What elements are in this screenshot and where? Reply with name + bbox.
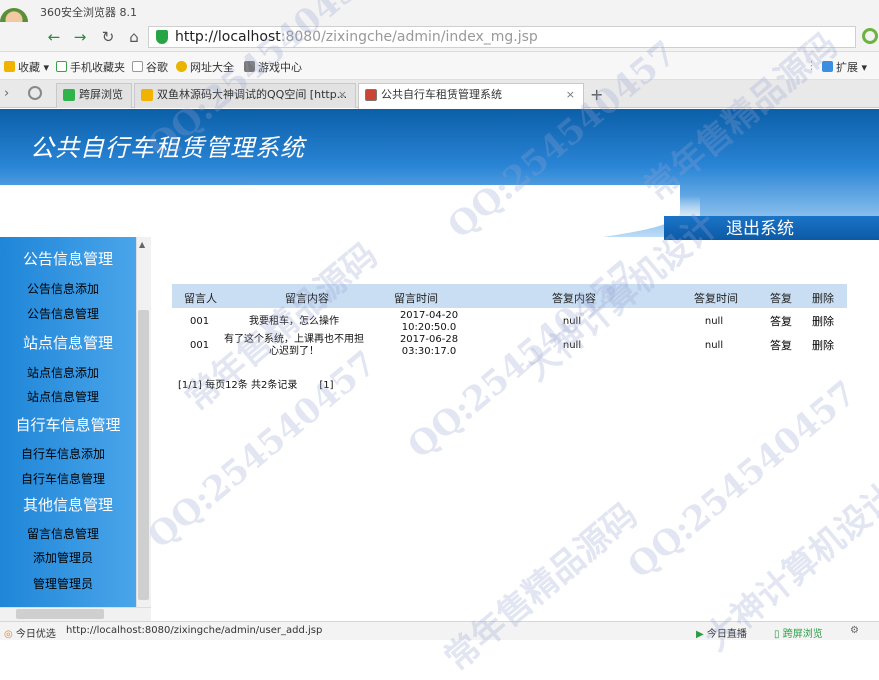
- bookmark-google[interactable]: 谷歌: [132, 59, 168, 75]
- refresh-status-icon[interactable]: [862, 28, 878, 44]
- more-dots-icon[interactable]: ⋮: [806, 59, 817, 72]
- sidebar-group-station[interactable]: 站点信息管理: [0, 332, 136, 353]
- page-tab-icon: [365, 89, 377, 101]
- table-row-reply-time: null: [704, 340, 724, 351]
- sidebar-scroll-thumb[interactable]: [138, 310, 149, 600]
- reply-link[interactable]: 答复: [770, 340, 792, 352]
- star-icon: [4, 61, 15, 72]
- phone-tab-icon: [63, 89, 75, 101]
- settings-icon[interactable]: ⚙: [850, 625, 859, 636]
- close-icon[interactable]: ×: [338, 84, 347, 106]
- watermark: QQ:254540457: [620, 373, 865, 587]
- phone-icon: [56, 61, 67, 72]
- watermark: 常年售精品源码: [437, 495, 646, 679]
- column-reply-time: 答复时间: [694, 292, 738, 305]
- star-tab-icon: [141, 89, 153, 101]
- table-row-reply: null: [562, 340, 582, 351]
- table-row-reply: null: [562, 316, 582, 327]
- bookmark-favorites[interactable]: 收藏 ▾: [4, 59, 49, 75]
- grid-icon: [822, 61, 833, 72]
- browser-title: 360安全浏览器 8.1: [40, 6, 137, 19]
- new-tab-button[interactable]: +: [590, 85, 603, 104]
- table-row-author: 001: [190, 316, 210, 327]
- phone-status-icon: ▯: [774, 629, 780, 640]
- delete-link[interactable]: 删除: [812, 316, 834, 328]
- home-icon[interactable]: ⌂: [124, 27, 144, 47]
- sidebar-horizontal-thumb[interactable]: [16, 609, 104, 619]
- sidebar-group-bike[interactable]: 自行车信息管理: [0, 414, 136, 435]
- sidebar-item-station-add[interactable]: 站点信息添加: [0, 364, 126, 381]
- gift-icon: ◎: [4, 629, 13, 640]
- tab-bike-system[interactable]: 公共自行车租赁管理系统 ×: [358, 83, 584, 109]
- sidebar-item-notice-add[interactable]: 公告信息添加: [0, 280, 126, 297]
- column-author: 留言人: [184, 292, 217, 305]
- sidebar-item-bike-add[interactable]: 自行车信息添加: [0, 445, 126, 462]
- site-icon: [176, 61, 187, 72]
- logout-button[interactable]: 退出系统: [664, 216, 879, 240]
- column-content: 留言内容: [285, 292, 329, 305]
- table-row-time-clock: 03:30:17.0: [401, 346, 457, 357]
- sidebar-item-station-manage[interactable]: 站点信息管理: [0, 388, 126, 405]
- table-row-content-cont: 心迟到了！: [269, 346, 319, 357]
- pagination: [1/1] 每页12条 共2条记录 [1]: [178, 376, 334, 391]
- table-row-content: 有了这个系统，上课再也不用担: [224, 334, 364, 345]
- tab-cross-screen[interactable]: 跨屏浏览: [56, 83, 132, 108]
- cloud-icon[interactable]: [28, 86, 42, 100]
- scroll-up-icon[interactable]: ▲: [139, 240, 145, 249]
- table-row-time-date: 2017-06-28: [399, 334, 459, 345]
- reply-link[interactable]: 答复: [770, 316, 792, 328]
- live-button[interactable]: ▶ 今日直播: [696, 625, 747, 640]
- back-arrow-icon[interactable]: ←: [44, 27, 64, 47]
- today-picks[interactable]: ◎ 今日优选: [4, 625, 56, 640]
- sidebar-group-other[interactable]: 其他信息管理: [0, 494, 136, 515]
- page-link[interactable]: [1]: [319, 380, 333, 391]
- reload-icon[interactable]: ↻: [98, 27, 118, 47]
- tab-qq-space[interactable]: 双鱼林源码大神调试的QQ空间 [http... ×: [134, 83, 356, 108]
- bookmark-url-nav[interactable]: 网址大全: [176, 59, 234, 75]
- column-time: 留言时间: [394, 292, 438, 305]
- sidebar-item-bike-manage[interactable]: 自行车信息管理: [0, 470, 126, 487]
- forward-arrow-icon[interactable]: →: [70, 27, 90, 47]
- extensions-button[interactable]: 扩展 ▾: [822, 59, 867, 75]
- tab-nav-icon[interactable]: ›: [4, 86, 9, 101]
- column-delete: 删除: [812, 292, 834, 305]
- bookmark-mobile[interactable]: 手机收藏夹: [56, 59, 125, 75]
- address-url[interactable]: http://localhost:8080/zixingche/admin/in…: [175, 29, 538, 45]
- pagination-summary: [1/1] 每页12条 共2条记录: [178, 380, 298, 391]
- security-shield-icon: [156, 30, 168, 44]
- system-title: 公共自行车租赁管理系统: [30, 134, 305, 162]
- cross-screen-button[interactable]: ▯ 跨屏浏览: [774, 625, 823, 640]
- column-reply-action: 答复: [770, 292, 792, 305]
- table-header: [172, 284, 847, 308]
- table-row-time-clock: 10:20:50.0: [401, 322, 457, 333]
- sidebar-group-notice[interactable]: 公告信息管理: [0, 248, 136, 269]
- table-row-time-date: 2017-04-20: [399, 310, 459, 321]
- page-icon: [132, 61, 143, 72]
- status-url: http://localhost:8080/zixingche/admin/us…: [66, 625, 323, 636]
- delete-link[interactable]: 删除: [812, 340, 834, 352]
- bookmark-games[interactable]: 游戏中心: [244, 59, 302, 75]
- table-row-reply-time: null: [704, 316, 724, 327]
- sidebar-item-message-manage[interactable]: 留言信息管理: [0, 525, 126, 542]
- close-icon[interactable]: ×: [566, 84, 575, 106]
- table-row-content: 我要租车，怎么操作: [249, 316, 339, 327]
- column-reply: 答复内容: [552, 292, 596, 305]
- gamepad-icon: [244, 61, 255, 72]
- table-row-author: 001: [190, 340, 210, 351]
- sidebar-item-notice-manage[interactable]: 公告信息管理: [0, 305, 126, 322]
- sidebar-item-admin-add[interactable]: 添加管理员: [0, 549, 126, 566]
- sidebar-item-admin-manage[interactable]: 管理管理员: [0, 575, 126, 592]
- play-icon: ▶: [696, 629, 704, 640]
